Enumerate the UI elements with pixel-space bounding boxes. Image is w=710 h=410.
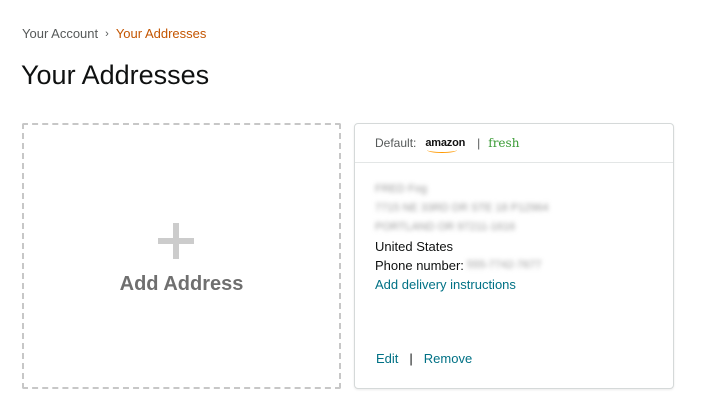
- address-card: Default: amazon | fresh FRED Fog 7715 NE…: [354, 123, 674, 389]
- add-delivery-instructions-link[interactable]: Add delivery instructions: [375, 275, 655, 294]
- phone-row: Phone number: 555-7742-7677: [375, 256, 655, 275]
- add-address-label: Add Address: [119, 273, 244, 295]
- amazon-logo: amazon: [425, 137, 465, 153]
- breadcrumb-your-addresses[interactable]: Your Addresses: [116, 26, 207, 41]
- address-card-header: Default: amazon | fresh: [355, 124, 673, 163]
- brand-separator: |: [477, 136, 481, 150]
- add-address-card[interactable]: Add Address: [22, 123, 341, 389]
- address-street-redacted: 7715 NE 33RD DR STE 18 P12964: [375, 202, 549, 214]
- breadcrumb: Your Account › Your Addresses: [22, 26, 206, 41]
- edit-address-link[interactable]: Edit: [376, 351, 398, 366]
- plus-icon: [158, 223, 194, 259]
- chevron-right-icon: ›: [105, 27, 109, 40]
- default-label: Default:: [375, 136, 417, 150]
- phone-redacted: 555-7742-7677: [466, 259, 542, 271]
- fresh-logo: fresh: [488, 136, 520, 150]
- remove-address-link[interactable]: Remove: [424, 351, 472, 366]
- address-city-redacted: PORTLAND OR 97211-1616: [375, 221, 516, 233]
- address-details: FRED Fog 7715 NE 33RD DR STE 18 P12964 P…: [375, 180, 655, 294]
- address-country: United States: [375, 239, 454, 254]
- address-actions: Edit | Remove: [376, 351, 472, 366]
- phone-label: Phone number:: [375, 258, 464, 273]
- address-name-redacted: FRED Fog: [375, 183, 427, 195]
- breadcrumb-your-account[interactable]: Your Account: [22, 26, 98, 41]
- action-separator: |: [409, 351, 413, 366]
- page-title: Your Addresses: [21, 60, 210, 90]
